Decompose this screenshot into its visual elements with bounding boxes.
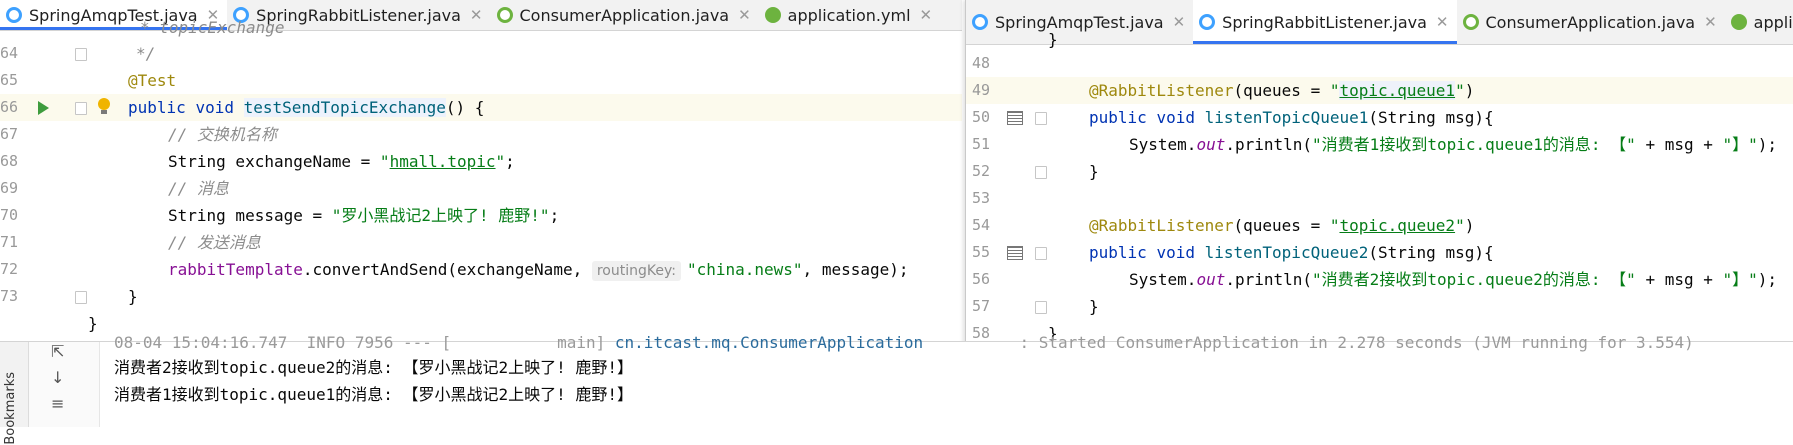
- console-toolbar: ⇱ ↓ ≡: [29, 342, 100, 427]
- fold-marker-icon[interactable]: [1035, 166, 1047, 179]
- run-icon[interactable]: [38, 101, 49, 115]
- code-line: 67// 交换机名称: [0, 125, 277, 144]
- code-line: 65 @Test: [0, 71, 177, 90]
- console-output-line: 消费者1接收到topic.queue1的消息: 【罗小黑战记2上映了! 鹿野!】: [114, 385, 634, 404]
- code-line: 56 System.out.println("消费者2接收到topic.queue…: [972, 270, 1778, 289]
- code-line: 54 @RabbitListener(queues = "topic.queue2…: [972, 216, 1475, 235]
- code-line: 68 String exchangeName = "hmall.topic";: [0, 152, 515, 171]
- soft-wrap-icon[interactable]: ≡: [51, 394, 64, 413]
- code-line: 64 */: [0, 44, 156, 63]
- code-line: 69// 消息: [0, 179, 229, 198]
- fold-marker-icon[interactable]: [75, 48, 87, 61]
- code-line: * topicExchange: [140, 18, 285, 37]
- lightbulb-icon[interactable]: [98, 98, 110, 114]
- code-line: }: [1048, 30, 1058, 49]
- console-output-line: 消费者2接收到topic.queue2的消息: 【罗小黑战记2上映了! 鹿野!】: [114, 358, 634, 377]
- restore-layout-icon[interactable]: ⇱: [51, 342, 64, 361]
- code-line: 71// 发送消息: [0, 233, 261, 252]
- right-editor-pane: SpringAmqpTest.java ✕ SpringRabbitListener…: [965, 0, 1793, 345]
- fold-marker-icon[interactable]: [1035, 112, 1047, 125]
- code-line-current: 66 public void testSendTopicExchange() {: [0, 94, 962, 121]
- console-log-line: 08-04 15:04:16.747 INFO 7956 --- [ main]…: [114, 333, 1694, 352]
- code-line: 55 public void listenTopicQueue2(String m…: [972, 243, 1494, 262]
- implemented-method-icon[interactable]: [1007, 111, 1023, 125]
- fold-marker-icon[interactable]: [1035, 301, 1047, 314]
- run-console: Bookmarks ⇱ ↓ ≡ 08-04 15:04:16.747 INFO …: [0, 333, 1793, 445]
- code-line: 72 rabbitTemplate.convertAndSend(exchange…: [0, 260, 909, 281]
- implemented-method-icon[interactable]: [1007, 246, 1023, 260]
- bookmarks-tool-tab[interactable]: Bookmarks: [3, 372, 18, 445]
- code-line: 57}: [972, 297, 1099, 316]
- scroll-down-icon[interactable]: ↓: [51, 368, 64, 387]
- fold-marker-icon[interactable]: [75, 102, 87, 115]
- code-line: 70 String message = "罗小黑战记2上映了! 鹿野!";: [0, 206, 560, 225]
- left-tool-stripe: Bookmarks: [0, 342, 29, 445]
- left-editor-pane: SpringAmqpTest.java ✕ SpringRabbitListener…: [0, 0, 962, 341]
- code-line: 48: [972, 54, 991, 72]
- parameter-hint: routingKey:: [591, 261, 681, 281]
- code-line-current: 49 @RabbitListener(queues = "topic.queue1…: [966, 77, 1793, 104]
- fold-marker-icon[interactable]: [1035, 247, 1047, 260]
- code-line: 73}: [0, 287, 138, 306]
- fold-marker-icon[interactable]: [75, 291, 87, 304]
- right-code-editor[interactable]: } 48 49 @RabbitListener(queues = "topic.q…: [966, 30, 1793, 345]
- code-line: 53: [972, 189, 991, 207]
- code-line: 50 public void listenTopicQueue1(String m…: [972, 108, 1494, 127]
- left-code-editor[interactable]: * topicExchange 64 */ 65 @Test 66 public vo…: [0, 18, 962, 341]
- code-line: 51 System.out.println("消费者1接收到topic.queue…: [972, 135, 1778, 154]
- code-line: 52}: [972, 162, 1099, 181]
